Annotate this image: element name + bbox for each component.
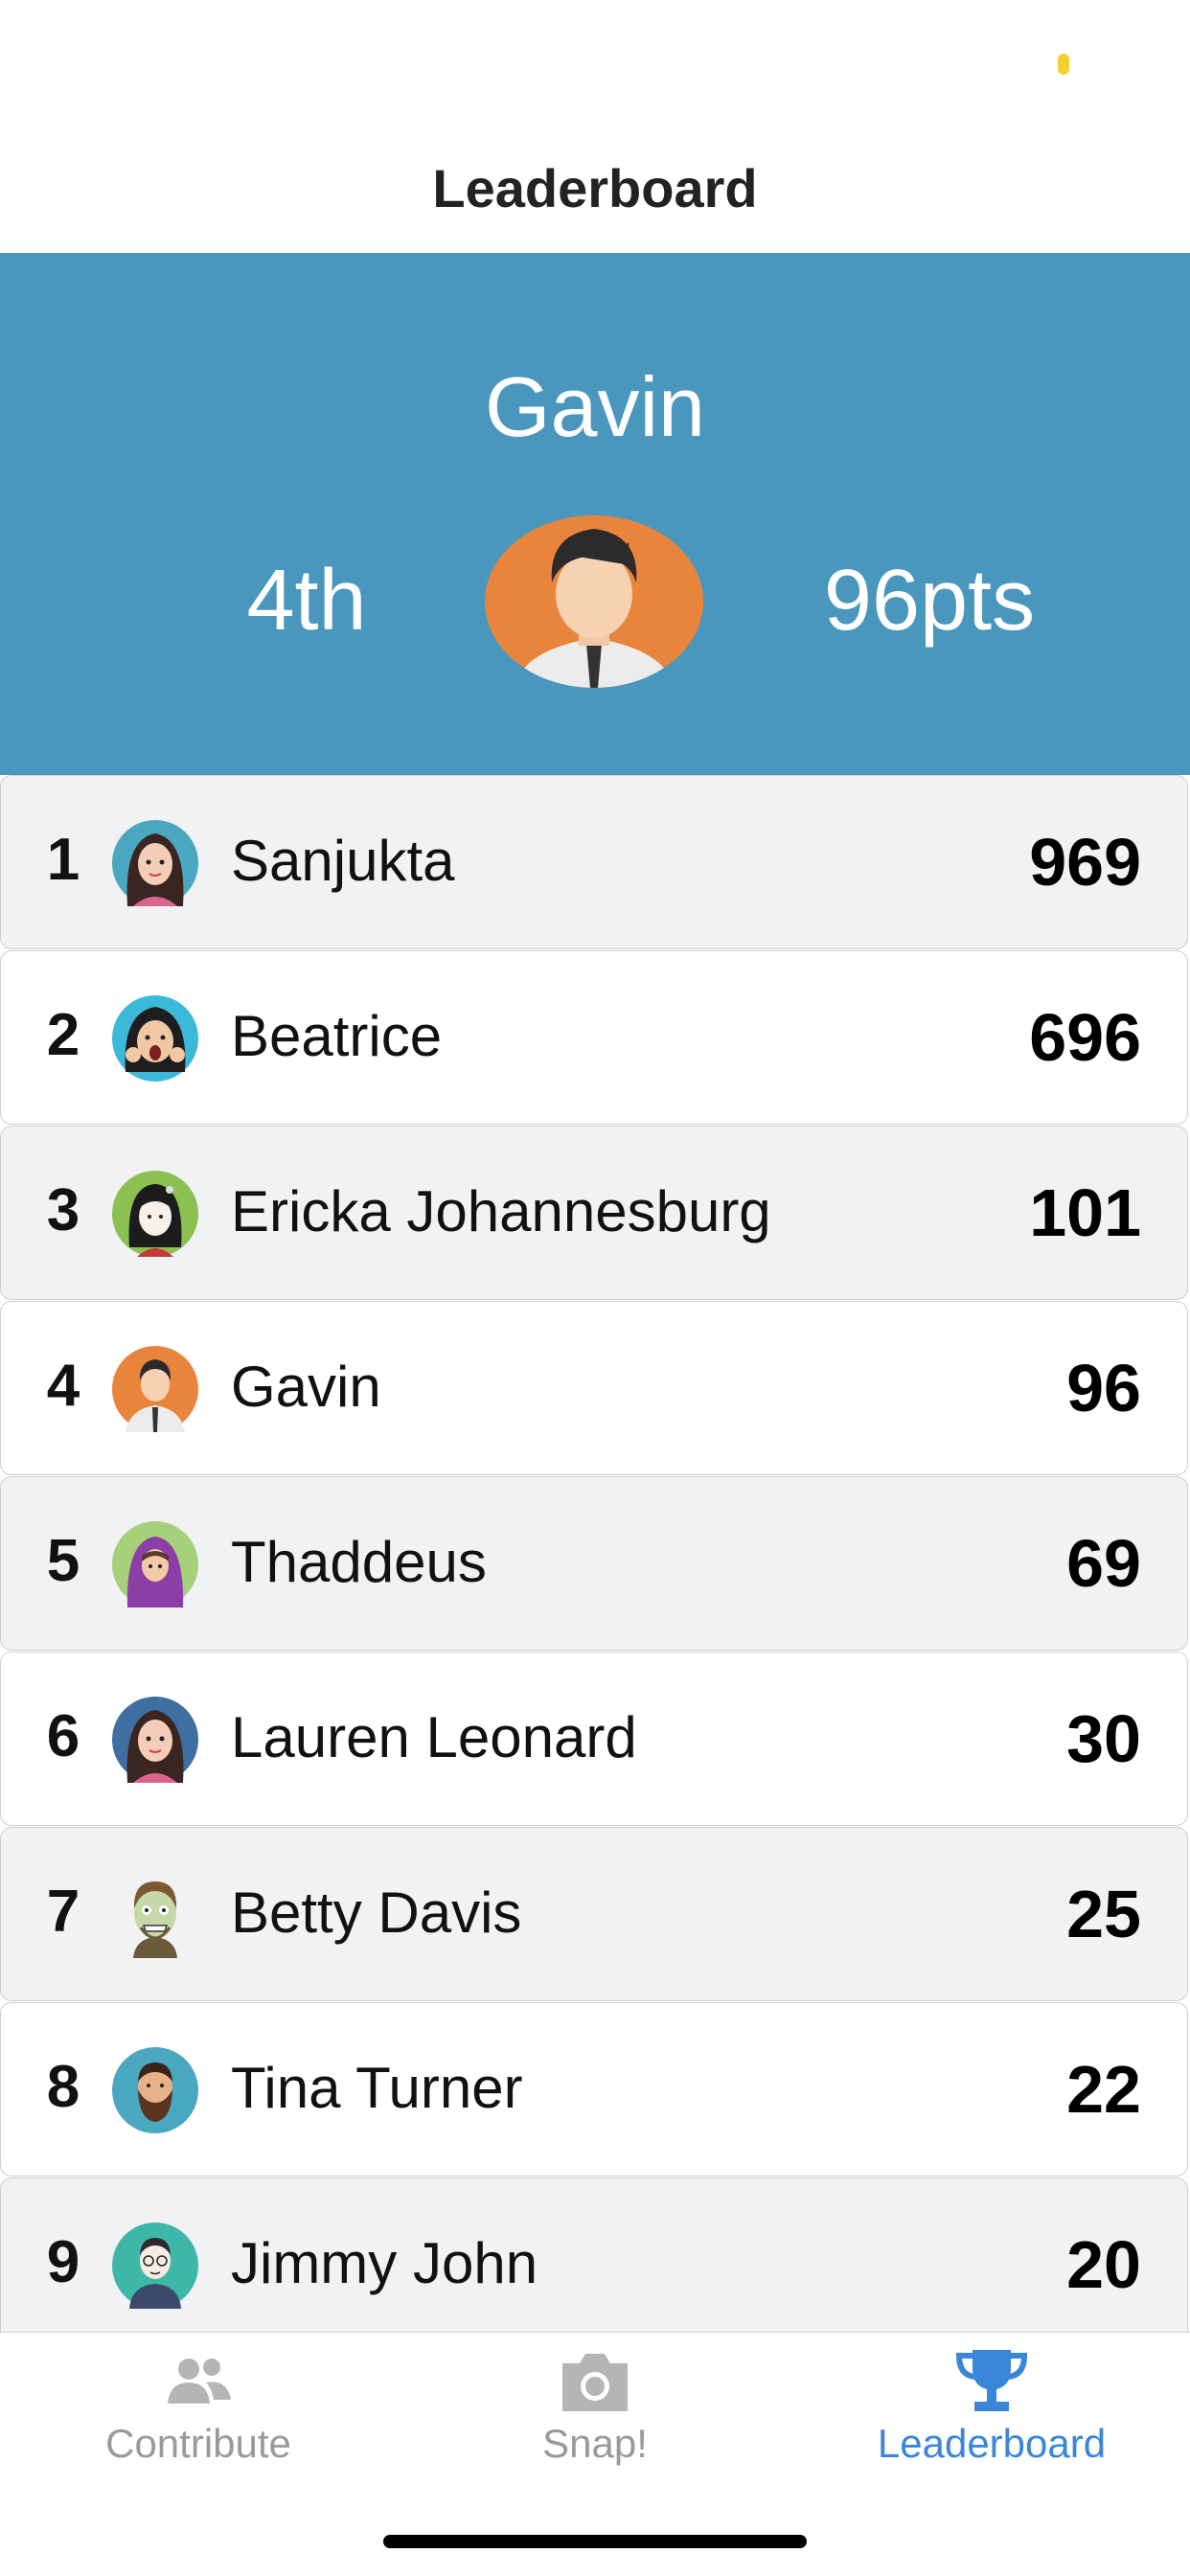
current-user-points: 96pts bbox=[823, 553, 1036, 649]
status-bar bbox=[0, 0, 1190, 125]
tab-label: Contribute bbox=[105, 2421, 291, 2466]
current-user-avatar bbox=[485, 515, 703, 688]
current-user-name: Gavin bbox=[485, 359, 705, 454]
current-user-summary: Gavin 4th 96pts bbox=[0, 253, 1190, 775]
home-indicator[interactable] bbox=[383, 2535, 807, 2548]
rank-number: 3 bbox=[46, 1177, 80, 1243]
tab-snap[interactable]: Snap! bbox=[397, 2333, 793, 2486]
player-name: Sanjukta bbox=[231, 829, 455, 893]
player-name: Tina Turner bbox=[231, 2056, 523, 2120]
trophy-icon bbox=[955, 2350, 1028, 2411]
girl-bangs-avatar-icon bbox=[112, 1171, 198, 1257]
leaderboard-row[interactable]: 7 Betty Davis 25 bbox=[0, 1827, 1188, 2001]
tab-label: Snap! bbox=[542, 2421, 648, 2466]
rank-number: 9 bbox=[46, 2229, 80, 2295]
status-indicator-dot bbox=[1058, 54, 1069, 75]
player-score: 96 bbox=[1066, 1351, 1141, 1425]
leaderboard-row[interactable]: 1 Sanjukta 969 bbox=[0, 775, 1188, 949]
tab-label: Leaderboard bbox=[877, 2421, 1107, 2466]
player-score: 69 bbox=[1066, 1526, 1141, 1601]
player-name: Betty Davis bbox=[231, 1881, 522, 1945]
current-user-rank: 4th bbox=[246, 553, 367, 649]
rank-number: 2 bbox=[46, 1002, 80, 1068]
player-score: 969 bbox=[1029, 825, 1141, 900]
rank-number: 1 bbox=[46, 827, 80, 893]
player-name: Jimmy John bbox=[231, 2231, 538, 2295]
bearded-man-avatar-icon bbox=[112, 2047, 198, 2133]
rank-number: 8 bbox=[46, 2054, 80, 2120]
leaderboard-row[interactable]: 8 Tina Turner 22 bbox=[0, 2002, 1188, 2177]
woman-long-hair-avatar-icon bbox=[112, 820, 198, 906]
leaderboard-row[interactable]: 3 Ericka Johannesburg 101 bbox=[0, 1126, 1188, 1300]
player-name: Thaddeus bbox=[231, 1530, 487, 1594]
leaderboard-row[interactable]: 5 Thaddeus 69 bbox=[0, 1476, 1188, 1651]
man-tie-avatar-icon bbox=[112, 1346, 198, 1432]
player-score: 25 bbox=[1066, 1877, 1141, 1951]
rank-number: 7 bbox=[46, 1879, 80, 1945]
player-score: 101 bbox=[1029, 1175, 1141, 1250]
woman-long-hair-avatar-icon bbox=[112, 1697, 198, 1783]
page-title: Leaderboard bbox=[432, 158, 758, 218]
rank-number: 5 bbox=[46, 1528, 80, 1594]
man-glasses-avatar-icon bbox=[112, 2223, 198, 2309]
player-score: 696 bbox=[1029, 1000, 1141, 1075]
player-score: 22 bbox=[1066, 2052, 1141, 2127]
leaderboard-row[interactable]: 2 Beatrice 696 bbox=[0, 950, 1188, 1125]
hooded-person-avatar-icon bbox=[112, 1521, 198, 1607]
tab-leaderboard[interactable]: Leaderboard bbox=[793, 2333, 1190, 2486]
camera-icon bbox=[562, 2354, 628, 2411]
player-score: 30 bbox=[1066, 1701, 1141, 1776]
rank-number: 4 bbox=[46, 1353, 80, 1419]
navigation-bar: Leaderboard bbox=[0, 125, 1190, 253]
leaderboard-list[interactable]: 1 Sanjukta 969 2 Beatrice 696 3 Ericka J… bbox=[0, 775, 1190, 2332]
player-name: Gavin bbox=[231, 1355, 381, 1419]
player-name: Ericka Johannesburg bbox=[231, 1179, 771, 1243]
leaderboard-row[interactable]: 4 Gavin 96 bbox=[0, 1301, 1188, 1475]
player-score: 20 bbox=[1066, 2227, 1141, 2302]
zombie-avatar-icon bbox=[133, 1881, 177, 1958]
leaderboard-row[interactable]: 6 Lauren Leonard 30 bbox=[0, 1652, 1188, 1826]
leaderboard-row[interactable]: 9 Jimmy John 20 bbox=[0, 2177, 1188, 2332]
player-name: Beatrice bbox=[231, 1004, 443, 1068]
tab-contribute[interactable]: Contribute bbox=[0, 2333, 397, 2486]
woman-surprised-avatar-icon bbox=[112, 995, 198, 1082]
people-icon bbox=[168, 2359, 231, 2404]
rank-number: 6 bbox=[46, 1703, 80, 1769]
player-name: Lauren Leonard bbox=[231, 1705, 637, 1769]
